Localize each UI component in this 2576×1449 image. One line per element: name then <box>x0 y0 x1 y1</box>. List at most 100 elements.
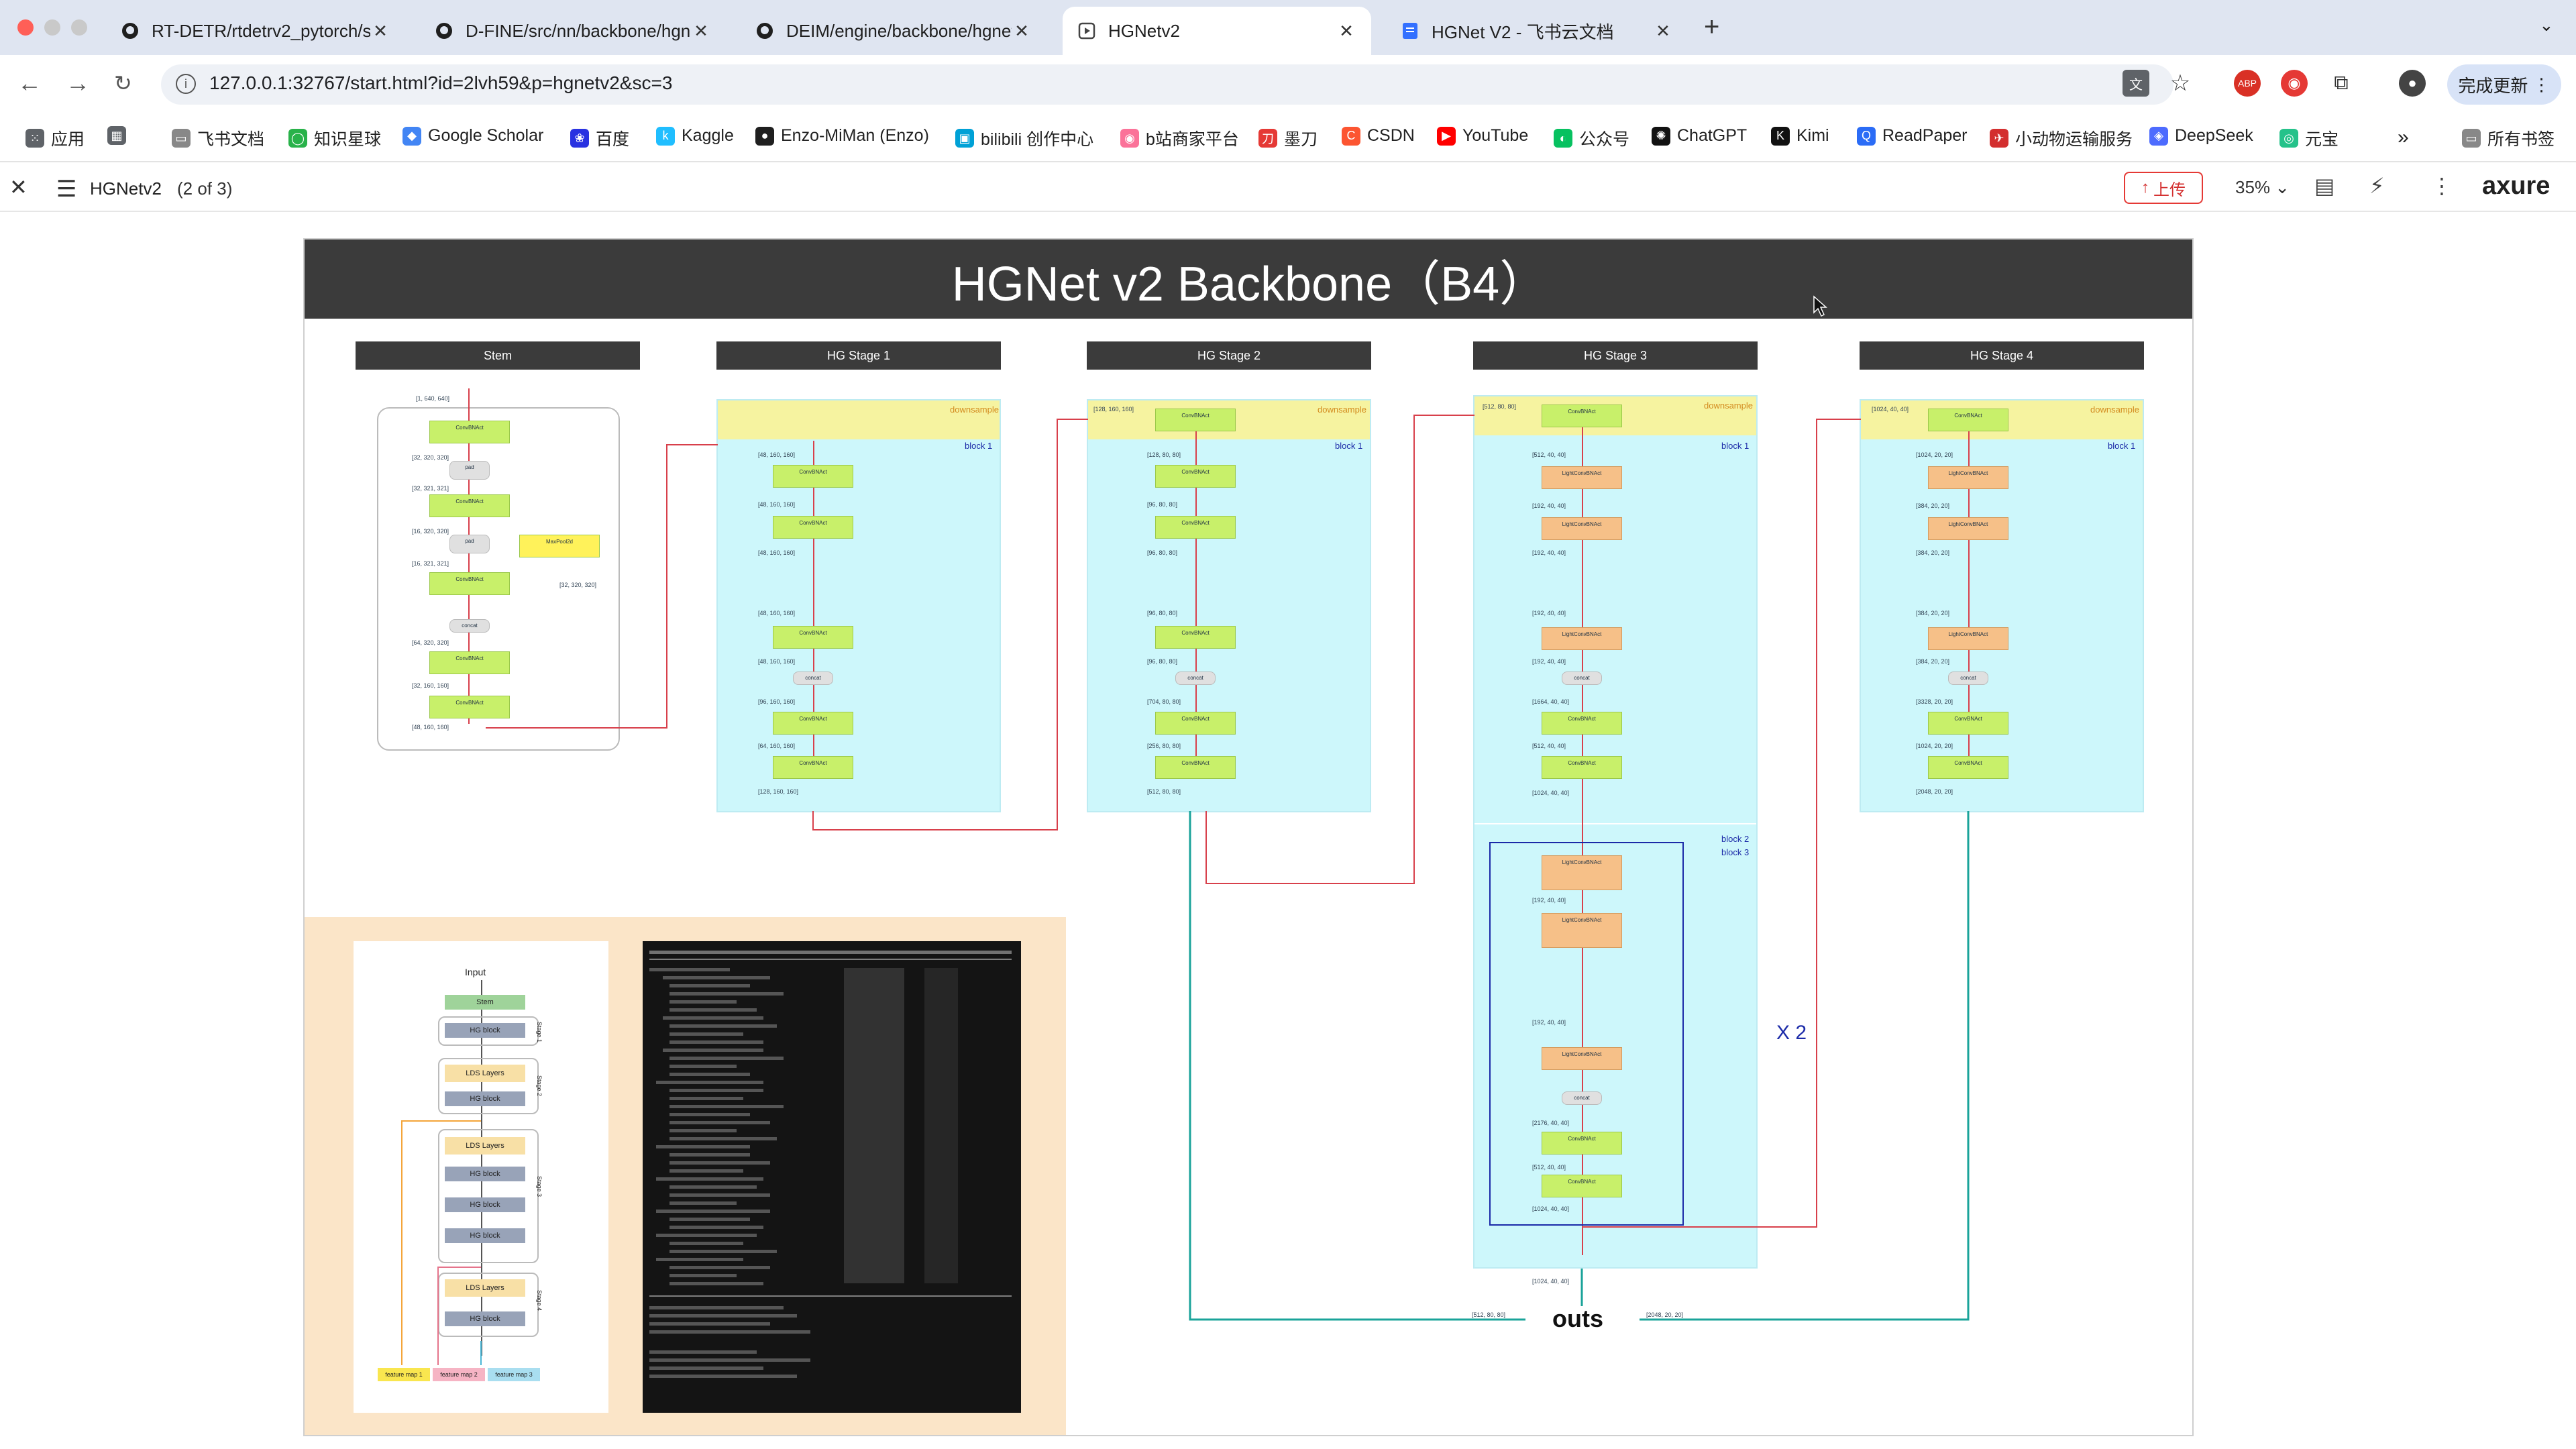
more-bookmarks-chevron-icon[interactable]: » <box>2398 126 2409 149</box>
bookmark-animal-transport[interactable]: ✈ 小动物运输服务 <box>1990 126 2133 150</box>
zoom-select[interactable]: 35% ⌄ <box>2235 177 2290 198</box>
update-label: 完成更新 <box>2458 75 2528 96</box>
notes-icon[interactable]: ▤ <box>2314 173 2334 199</box>
extensions-puzzle-icon[interactable]: ⧉ <box>2328 70 2355 97</box>
baidu-paw-icon: ❀ <box>570 129 589 148</box>
yuanbao-icon: ◎ <box>2279 129 2298 148</box>
bookmark-kaggle[interactable]: k Kaggle <box>656 126 734 146</box>
close-tab-icon[interactable]: ✕ <box>1336 21 1356 42</box>
bookmark-csdn[interactable]: C CSDN <box>1342 126 1415 146</box>
tab-deim[interactable]: DEIM/engine/backbone/hgnet ✕ <box>741 7 1046 55</box>
table-row-line <box>669 1040 763 1044</box>
mouse-cursor-icon <box>1813 295 1827 317</box>
forward-arrow-icon[interactable]: → <box>66 70 90 97</box>
table-row-line <box>669 1129 737 1132</box>
table-row-line <box>669 1089 763 1092</box>
back-arrow-icon[interactable]: ← <box>17 70 42 97</box>
table-row-line <box>669 1185 757 1189</box>
chatgpt-icon: ✺ <box>1652 126 1670 146</box>
url-text[interactable]: 127.0.0.1:32767/start.html?id=2lvh59&p=h… <box>209 72 672 94</box>
overview-diagram: Input Stem HG block LDS Layers HG block … <box>354 941 608 1413</box>
bookmark-wechat-mp[interactable]: ◐ 公众号 <box>1554 126 1629 150</box>
bookmark-deepseek[interactable]: ◈ DeepSeek <box>2149 126 2253 146</box>
table-row-line <box>669 1218 750 1221</box>
bookmark-youtube[interactable]: ▶ YouTube <box>1437 126 1528 146</box>
translate-icon[interactable]: 文 <box>2123 70 2149 97</box>
close-sidebar-icon[interactable]: ✕ <box>9 174 28 200</box>
bookmark-kimi[interactable]: K Kimi <box>1771 126 1829 146</box>
close-window-button[interactable] <box>17 19 34 36</box>
site-info-icon[interactable]: i <box>176 74 196 94</box>
table-row-line <box>663 1016 763 1020</box>
close-tab-icon[interactable]: ✕ <box>1653 21 1673 42</box>
tab-title: RT-DETR/rtdetrv2_pytorch/s <box>152 20 370 41</box>
scholar-icon: ◆ <box>402 126 421 146</box>
youtube-icon: ▶ <box>1437 126 1456 146</box>
bookmark-bilibili[interactable]: ▣ bilibili 创作中心 <box>955 126 1093 150</box>
tab-title: D-FINE/src/nn/backbone/hgn <box>466 20 691 41</box>
table-summary-line <box>649 1330 810 1334</box>
apps-grid-icon: ⁙ <box>25 129 44 148</box>
hotspot-lightning-icon[interactable]: ⚡ <box>2369 173 2384 199</box>
maximize-window-button[interactable] <box>71 19 87 36</box>
mini-feature-connectors <box>401 1120 482 1365</box>
all-bookmarks[interactable]: ▭ 所有书签 <box>2462 126 2555 150</box>
bookmark-modao[interactable]: 刀墨刀 <box>1258 126 1318 150</box>
table-row-line <box>669 1201 737 1205</box>
table-summary-line <box>649 1306 784 1309</box>
bookmark-star-icon[interactable]: ☆ <box>2167 70 2194 97</box>
close-tab-icon[interactable]: ✕ <box>370 21 390 42</box>
bookmark-enzo[interactable]: ● Enzo-MiMan (Enzo) <box>755 126 929 146</box>
bookmark-baidu[interactable]: ❀ 百度 <box>570 126 629 150</box>
bookmark-grid[interactable]: ▦ <box>107 126 133 145</box>
feature-map-3-label: feature map 3 <box>488 1368 540 1381</box>
tab-dfine[interactable]: D-FINE/src/nn/backbone/hgn ✕ <box>420 7 726 55</box>
new-tab-button[interactable]: + <box>1704 12 1719 42</box>
table-row-line <box>669 1097 743 1100</box>
close-tab-icon[interactable]: ✕ <box>1012 21 1032 42</box>
bookmark-scholar[interactable]: ◆ Google Scholar <box>402 126 543 146</box>
upload-button[interactable]: ↑ 上传 <box>2124 172 2203 204</box>
bookmark-chatgpt[interactable]: ✺ ChatGPT <box>1652 126 1747 146</box>
bookmark-bili-merchant[interactable]: ◉ b站商家平台 <box>1120 126 1239 150</box>
feishu-doc-icon <box>1401 21 1419 40</box>
bookmark-zsxq[interactable]: ◯ 知识星球 <box>288 126 381 150</box>
bookmark-yuanbao[interactable]: ◎ 元宝 <box>2279 126 2339 150</box>
kaggle-icon: k <box>656 126 675 146</box>
close-tab-icon[interactable]: ✕ <box>691 21 711 42</box>
extension-icon[interactable]: ◉ <box>2281 70 2308 97</box>
table-row-line <box>669 1153 750 1157</box>
reload-icon[interactable]: ↻ <box>114 70 132 97</box>
adblock-icon[interactable]: ABP <box>2234 70 2261 97</box>
feature-map-2-label: feature map 2 <box>433 1368 485 1381</box>
page-list-menu-icon[interactable]: ☰ <box>56 176 76 203</box>
tab-feishu-doc[interactable]: HGNet V2 - 飞书云文档 ✕ <box>1386 7 1688 55</box>
table-row-line <box>669 1274 737 1277</box>
tab-title: HGNetv2 <box>1108 20 1180 41</box>
table-row-line <box>669 1032 743 1036</box>
bilibili-icon: ▣ <box>955 129 974 148</box>
zsxq-icon: ◯ <box>288 129 307 148</box>
table-row-line <box>669 992 784 996</box>
out-size-label: [512, 80, 80] <box>1472 1311 1506 1318</box>
table-row-line <box>669 1105 784 1108</box>
tab-rtdetr[interactable]: RT-DETR/rtdetrv2_pytorch/s ✕ <box>106 7 405 55</box>
table-param-column <box>924 968 958 1283</box>
page-count: (2 of 3) <box>177 178 233 199</box>
table-row-line <box>669 1113 750 1116</box>
table-row-line <box>669 1282 763 1285</box>
table-row-line <box>669 1057 784 1060</box>
github-icon: ● <box>755 126 774 146</box>
update-button[interactable]: 完成更新 ⋮ <box>2447 64 2561 105</box>
kimi-icon: K <box>1771 126 1790 146</box>
avatar[interactable]: ● <box>2399 70 2426 97</box>
folder-icon: ▭ <box>2462 129 2481 148</box>
bookmark-apps[interactable]: ⁙ 应用 <box>25 126 85 150</box>
bookmark-feishu[interactable]: ▭ 飞书文档 <box>172 126 264 150</box>
table-row-line <box>663 1049 763 1052</box>
tab-hgnetv2[interactable]: HGNetv2 ✕ <box>1063 7 1371 55</box>
more-options-icon[interactable]: ⋮ <box>2431 173 2453 199</box>
tab-search-chevron-icon[interactable]: ⌄ <box>2539 15 2554 36</box>
bookmark-readpaper[interactable]: Q ReadPaper <box>1857 126 1967 146</box>
minimize-window-button[interactable] <box>44 19 60 36</box>
